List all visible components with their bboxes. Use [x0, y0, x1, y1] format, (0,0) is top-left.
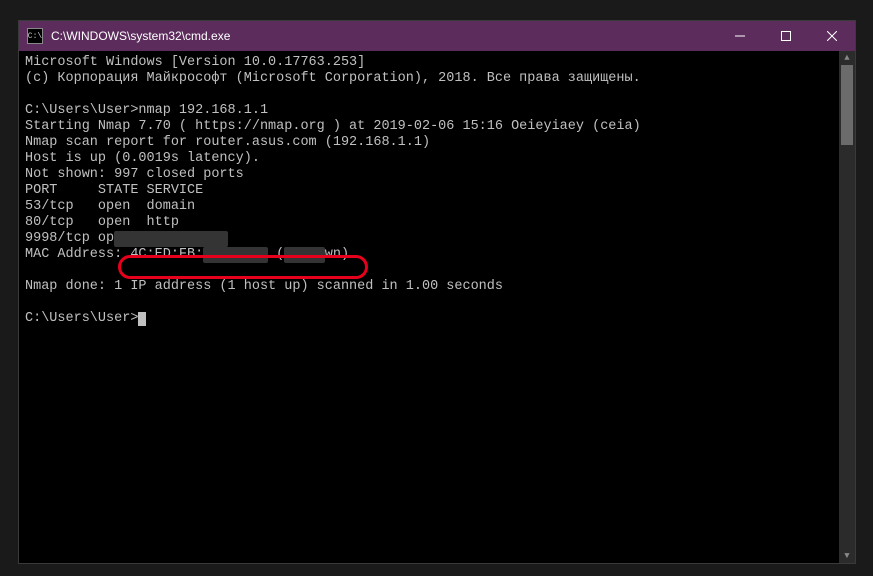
output-line: 53/tcp open domain	[25, 199, 195, 214]
window-title: C:\WINDOWS\system32\cmd.exe	[51, 29, 717, 43]
mac-vendor-open: (	[268, 247, 284, 262]
output-line: 80/tcp open http	[25, 215, 179, 230]
scroll-up-arrow[interactable]: ▲	[839, 51, 855, 65]
output-line: Nmap done: 1 IP address (1 host up) scan…	[25, 279, 503, 294]
close-button[interactable]	[809, 21, 855, 51]
console-area: Microsoft Windows [Version 10.0.17763.25…	[19, 51, 855, 563]
maximize-button[interactable]	[763, 21, 809, 51]
mac-vendor-close: wn)	[325, 247, 349, 262]
output-line: Nmap scan report for router.asus.com (19…	[25, 135, 430, 150]
mac-value: 4C:ED:FB:	[122, 247, 203, 262]
prompt: C:\Users\User>	[25, 103, 138, 118]
redacted-text: AA:BB:CC	[203, 247, 268, 263]
redacted-text: en distinct32	[114, 231, 227, 247]
output-line: Starting Nmap 7.70 ( https://nmap.org ) …	[25, 119, 641, 134]
vertical-scrollbar[interactable]: ▲ ▼	[839, 51, 855, 563]
prompt: C:\Users\User>	[25, 311, 138, 326]
cmd-icon: C:\	[27, 28, 43, 44]
output-line: Host is up (0.0019s latency).	[25, 151, 260, 166]
mac-label: MAC Address:	[25, 247, 122, 262]
window-controls	[717, 21, 855, 51]
output-line: 9998/tcp op	[25, 231, 114, 246]
output-line: (c) Корпорация Майкрософт (Microsoft Cor…	[25, 71, 641, 86]
cmd-window: C:\ C:\WINDOWS\system32\cmd.exe Microsof…	[18, 20, 856, 564]
scrollbar-thumb[interactable]	[841, 65, 853, 145]
minimize-button[interactable]	[717, 21, 763, 51]
output-line: Microsoft Windows [Version 10.0.17763.25…	[25, 55, 365, 70]
command-text: nmap 192.168.1.1	[138, 103, 268, 118]
output-line: Not shown: 997 closed ports	[25, 167, 244, 182]
redacted-text: Unkno	[284, 247, 325, 263]
titlebar[interactable]: C:\ C:\WINDOWS\system32\cmd.exe	[19, 21, 855, 51]
cursor	[138, 312, 146, 326]
console-output[interactable]: Microsoft Windows [Version 10.0.17763.25…	[19, 51, 839, 563]
scroll-down-arrow[interactable]: ▼	[839, 549, 855, 563]
output-line: PORT STATE SERVICE	[25, 183, 203, 198]
